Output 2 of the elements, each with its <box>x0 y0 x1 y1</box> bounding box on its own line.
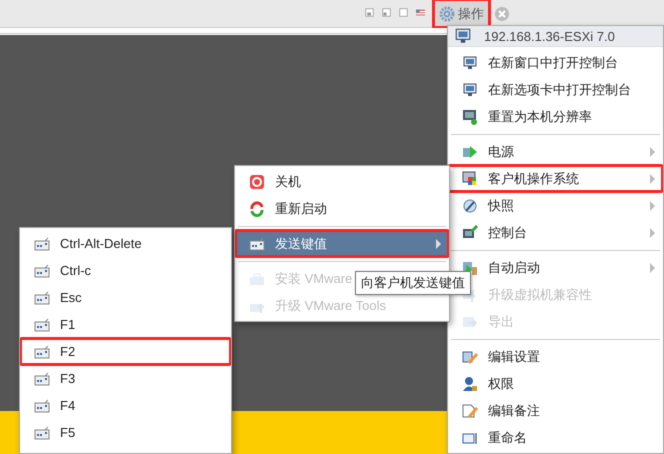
send-keys-tooltip: 向客户机发送键值 <box>355 271 471 295</box>
host-name: 192.168.1.36-ESXi 7.0 <box>484 28 615 44</box>
